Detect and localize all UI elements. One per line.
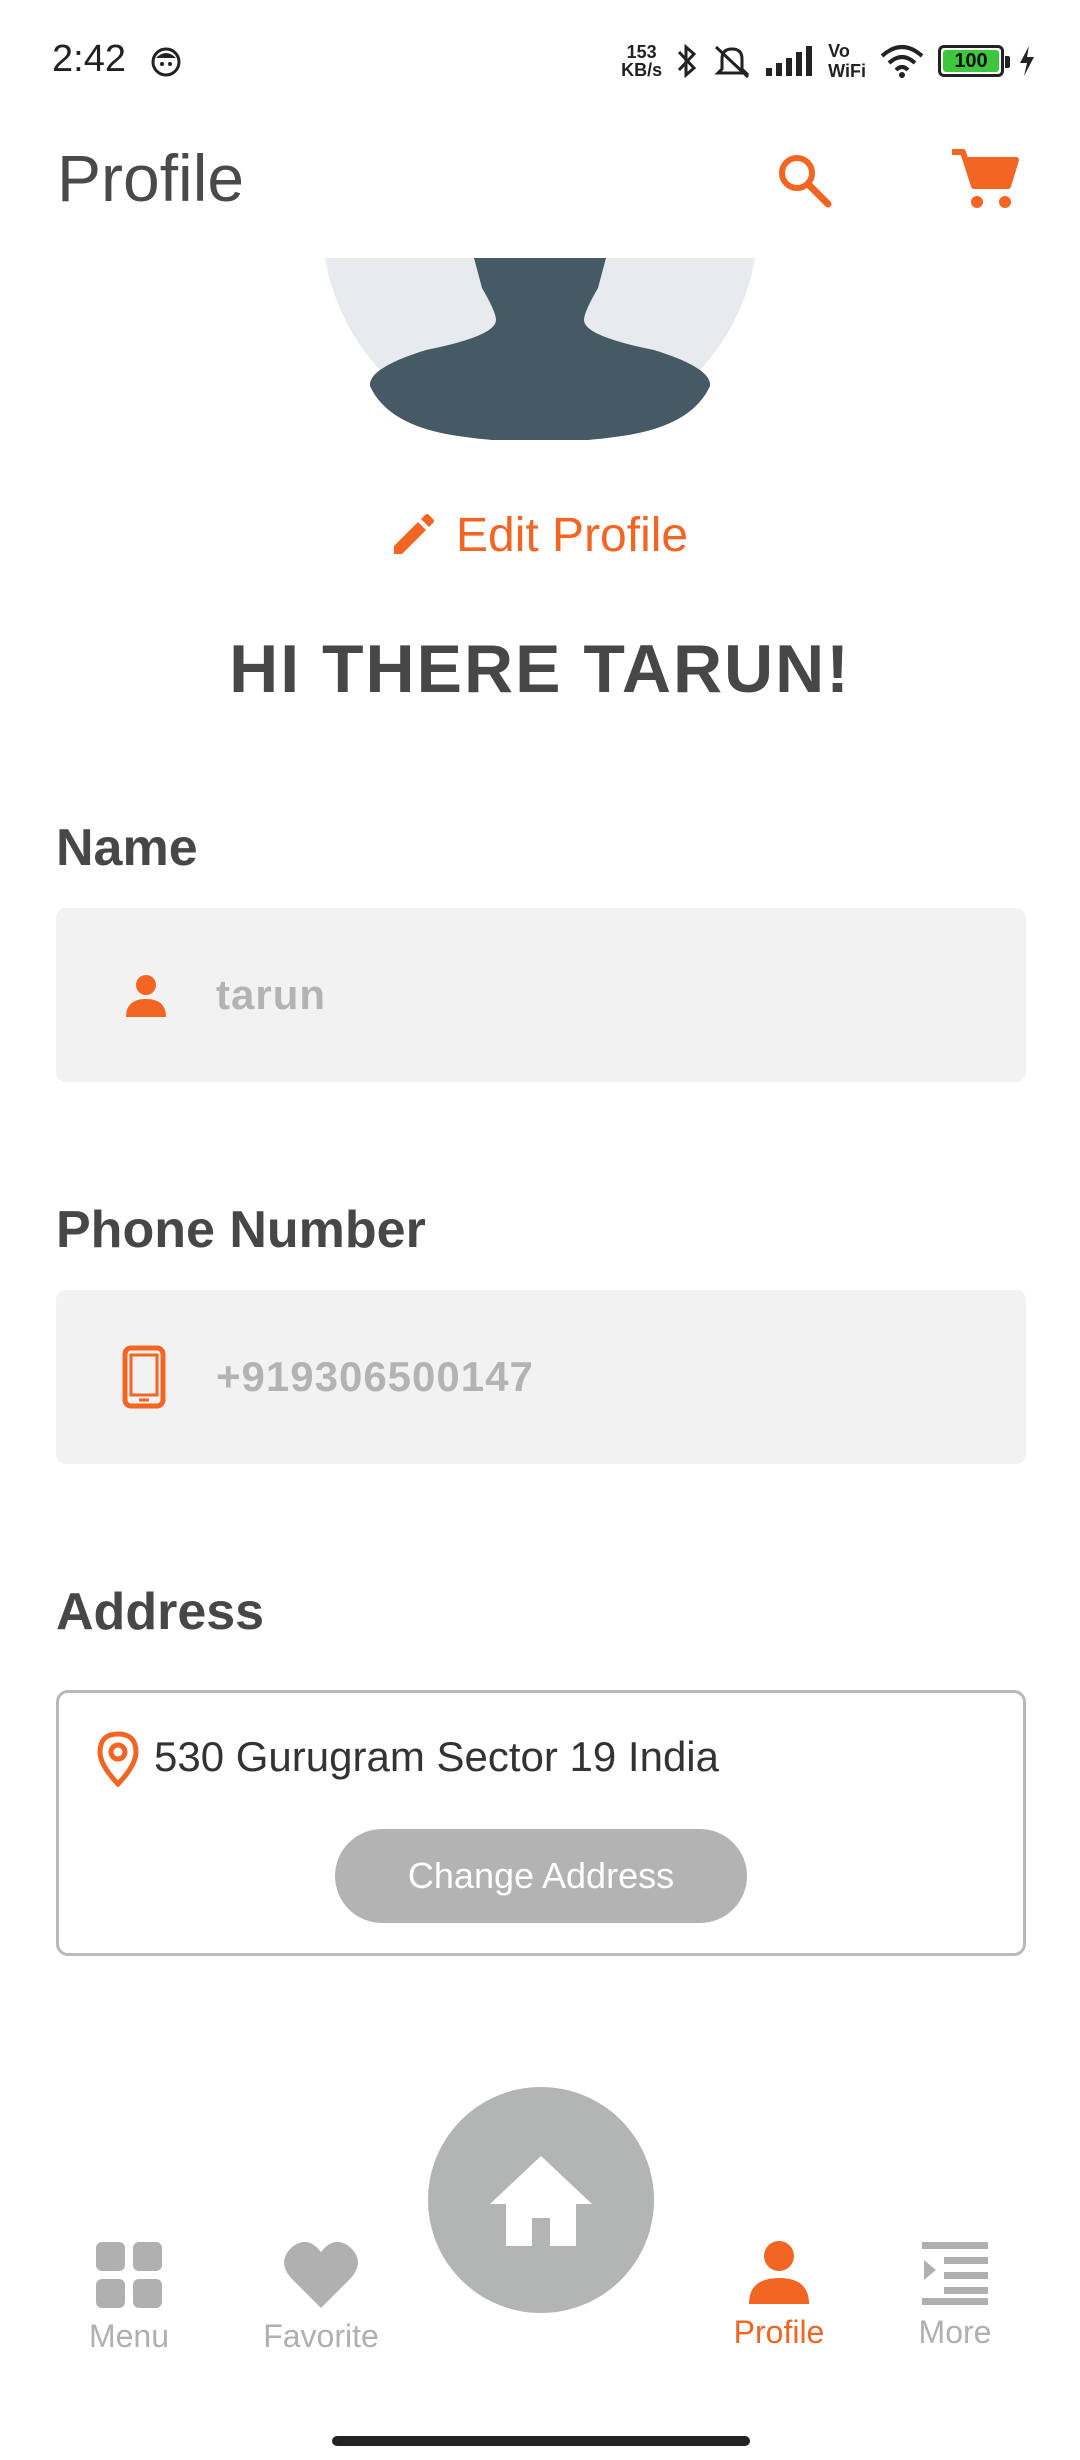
- nav-profile-label: Profile: [733, 2314, 825, 2350]
- wifi-icon: [880, 45, 924, 78]
- grid-icon: [96, 2242, 162, 2308]
- avatar-placeholder-icon: [325, 258, 755, 440]
- signal-icon: [766, 46, 813, 76]
- phone-value: +919306500147: [216, 1353, 534, 1400]
- nav-menu-label: Menu: [88, 2318, 170, 2354]
- status-time: 2:42: [52, 38, 126, 80]
- nav-menu[interactable]: Menu: [44, 2240, 214, 2380]
- person-icon: [749, 2241, 809, 2304]
- nav-profile[interactable]: Profile: [694, 2240, 864, 2380]
- person-icon: [126, 975, 166, 1017]
- nav-more-label: More: [918, 2314, 992, 2350]
- bluetooth-icon: [678, 43, 697, 79]
- edit-profile-button[interactable]: Edit Profile: [390, 500, 688, 570]
- edit-profile-label: Edit Profile: [456, 508, 689, 562]
- network-speed: 153 KB/s: [621, 42, 663, 80]
- battery-icon: 100: [938, 45, 1010, 77]
- cart-icon[interactable]: [950, 146, 1020, 212]
- phone-icon: [122, 1345, 166, 1409]
- nav-favorite-label: Favorite: [263, 2318, 379, 2354]
- name-label: Name: [56, 819, 198, 877]
- muted-bell-icon: [714, 45, 750, 79]
- address-card: 530 Gurugram Sector 19 India Change Addr…: [56, 1690, 1026, 1956]
- heart-icon: [284, 2241, 358, 2308]
- search-icon[interactable]: [774, 150, 834, 210]
- vowifi-indicator: Vo WiFi: [828, 41, 866, 81]
- nav-more[interactable]: More: [870, 2240, 1040, 2380]
- charging-icon: [1020, 46, 1034, 76]
- avatar: [322, 258, 758, 440]
- name-value: tarun: [216, 971, 326, 1018]
- address-label: Address: [56, 1583, 265, 1641]
- battery-level: 100: [943, 50, 999, 72]
- phone-field[interactable]: +919306500147: [56, 1290, 1026, 1464]
- pencil-icon: [394, 514, 434, 554]
- home-button[interactable]: [428, 2087, 654, 2313]
- change-address-button[interactable]: Change Address: [335, 1829, 747, 1923]
- address-value: 530 Gurugram Sector 19 India: [154, 1733, 719, 1780]
- notification-face-icon: [151, 47, 181, 77]
- nav-favorite[interactable]: Favorite: [236, 2240, 406, 2380]
- home-icon: [490, 2156, 592, 2246]
- name-field[interactable]: tarun: [56, 908, 1026, 1082]
- gesture-bar: [332, 2436, 750, 2446]
- location-pin-icon: [97, 1731, 139, 1787]
- status-icons: 153 KB/s Vo WiFi 100: [621, 36, 1036, 86]
- greeting-heading: HI THERE TARUN!: [229, 631, 851, 707]
- list-indent-icon: [922, 2242, 988, 2305]
- status-bar: 2:42 153 KB/s Vo WiFi 100: [0, 0, 1080, 120]
- page-title: Profile: [57, 141, 245, 215]
- phone-label: Phone Number: [56, 1201, 426, 1259]
